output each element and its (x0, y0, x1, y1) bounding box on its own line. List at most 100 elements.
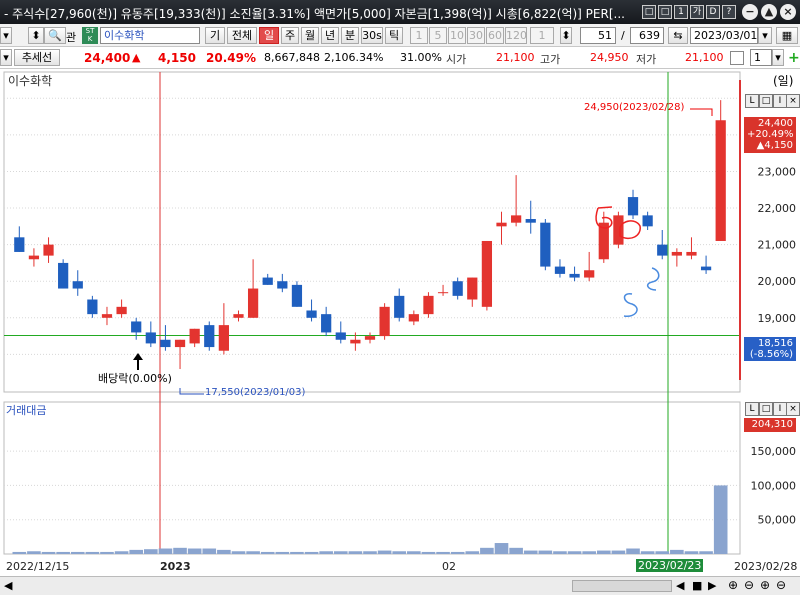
interval-120-button[interactable]: 120 (505, 27, 527, 44)
date-field[interactable]: 2023/03/01 (690, 27, 758, 44)
candle-body (43, 244, 54, 256)
volume-panel-title: 거래대금 (6, 404, 47, 417)
period-basic-button[interactable]: 기 (205, 27, 225, 44)
period-yearly-button[interactable]: 년 (321, 27, 339, 44)
window-option-button-5[interactable]: D (706, 5, 720, 19)
volume-bar (538, 550, 553, 554)
stock-spinner-icon[interactable]: ⬍ (28, 27, 44, 44)
minimize-button[interactable]: − (742, 4, 758, 20)
date-dropdown-icon[interactable]: ▾ (758, 27, 772, 44)
volume-bar (202, 548, 217, 554)
candle-body (481, 240, 493, 307)
zoom-fit-icon[interactable]: ⊕ (760, 578, 770, 592)
volume-bar (246, 551, 260, 554)
window-option-button-1[interactable]: □ (642, 5, 656, 19)
open-value: 21,100 (496, 51, 535, 64)
indicator-dropdown-icon[interactable]: ▾ (0, 49, 12, 66)
period-daily-button[interactable]: 일 (259, 27, 279, 44)
candle-body (262, 277, 273, 285)
window-option-button-3[interactable]: 1 (674, 5, 688, 19)
zoom-reset-icon[interactable]: ⊖ (776, 578, 786, 592)
candle-body (364, 336, 376, 340)
stock-chart[interactable]: 25,00024,00023,00022,00021,00020,00019,0… (0, 70, 800, 595)
volume-bar (713, 485, 728, 554)
interval-10-button[interactable]: 10 (448, 27, 466, 44)
period-minute-button[interactable]: 분 (341, 27, 359, 44)
scroll-forward-icon[interactable]: ▶ (708, 579, 716, 592)
volume-bar (596, 550, 611, 554)
interval-custom-field[interactable]: 1 (530, 27, 554, 44)
period-weekly-button[interactable]: 주 (281, 27, 299, 44)
panel-button-1[interactable]: L (745, 94, 759, 108)
maximize-button[interactable]: ▲ (761, 4, 777, 20)
volume-panel-button-1[interactable]: L (745, 402, 759, 416)
volume-bar (655, 551, 670, 554)
add-overlay-icon[interactable]: + (788, 50, 800, 66)
volume-bar (494, 543, 509, 554)
stock-name-field[interactable]: 이수화학 (100, 27, 200, 44)
scroll-left-icon[interactable]: ◀ (4, 579, 12, 592)
interval-60-button[interactable]: 60 (486, 27, 504, 44)
volume-bar (158, 548, 173, 554)
volume-bar (114, 551, 129, 554)
interval-spinner-icon[interactable]: ⬍ (560, 27, 572, 44)
candle-body (72, 281, 83, 289)
overlay-checkbox[interactable] (730, 51, 744, 65)
volume-panel-button-3[interactable]: I (773, 402, 787, 416)
volume-bar (363, 551, 377, 554)
candle-body (277, 281, 288, 289)
volume-rate: 2,106.34% (324, 51, 384, 64)
volume-bar (523, 550, 538, 554)
date-tick-2: 2023 (160, 560, 191, 573)
volume-panel-button-2[interactable]: □ (759, 402, 773, 416)
period-monthly-button[interactable]: 월 (301, 27, 319, 44)
scroll-back-icon[interactable]: ◀ (676, 579, 684, 592)
help-button[interactable]: ? (722, 5, 736, 19)
stop-icon[interactable]: ■ (692, 579, 702, 592)
overlay-count-field[interactable]: 1 (750, 49, 772, 66)
zoom-out-icon[interactable]: ⊖ (744, 578, 754, 592)
volume-bar (56, 551, 70, 554)
high-value: 24,950 (590, 51, 629, 64)
stock-search-icon[interactable]: 🔍 (44, 27, 66, 44)
marker-rate: +20.49% (747, 129, 794, 140)
panel-close-button[interactable]: × (786, 94, 800, 108)
candle-body (715, 120, 726, 241)
candle-body (291, 284, 303, 307)
window-option-button-2[interactable]: □ (658, 5, 672, 19)
date-tick-1: 2022/12/15 (6, 560, 70, 573)
period-all-button[interactable]: 전체 (227, 27, 257, 44)
volume-bar (684, 551, 699, 554)
panel-button-3[interactable]: I (773, 94, 787, 108)
volume-bar (465, 551, 480, 554)
window-option-button-4[interactable]: 가 (690, 5, 704, 19)
panel-button-2[interactable]: □ (759, 94, 773, 108)
calendar-icon[interactable]: ▦ (776, 27, 798, 44)
interval-5-button[interactable]: 5 (429, 27, 447, 44)
candle-body (657, 244, 668, 256)
interval-30-button[interactable]: 30 (467, 27, 485, 44)
trendline-button[interactable]: 추세선 (14, 49, 60, 66)
period-tick-button[interactable]: 틱 (385, 27, 403, 44)
scroll-thumb[interactable] (572, 580, 672, 592)
low-annotation-arrow (179, 388, 204, 395)
candle-body (671, 251, 682, 256)
crosshair-rate: (-8.56%) (749, 349, 793, 360)
date-toggle-icon[interactable]: ⇆ (668, 27, 688, 44)
overlay-dropdown-icon[interactable]: ▾ (772, 49, 784, 66)
candle-body (204, 325, 215, 348)
interval-1-button[interactable]: 1 (410, 27, 428, 44)
zoom-in-icon[interactable]: ⊕ (728, 578, 738, 592)
volume-panel-close-button[interactable]: × (786, 402, 800, 416)
volume-bar (70, 551, 85, 554)
close-button[interactable]: × (780, 4, 796, 20)
display-count-field[interactable]: 51 (580, 27, 616, 44)
volume-bar (27, 551, 41, 554)
chart-scrollbar[interactable]: ◀ ◀ ■ ▶ ⊕ ⊖ ⊕ ⊖ (0, 576, 800, 595)
price-tick: 21,000 (758, 239, 797, 252)
date-tick-last: 2023/02/28 (734, 560, 798, 573)
code-dropdown-icon[interactable]: ▾ (0, 27, 12, 44)
volume-bar (173, 547, 187, 554)
candle-body (247, 288, 259, 318)
period-30s-button[interactable]: 30s (361, 27, 383, 44)
